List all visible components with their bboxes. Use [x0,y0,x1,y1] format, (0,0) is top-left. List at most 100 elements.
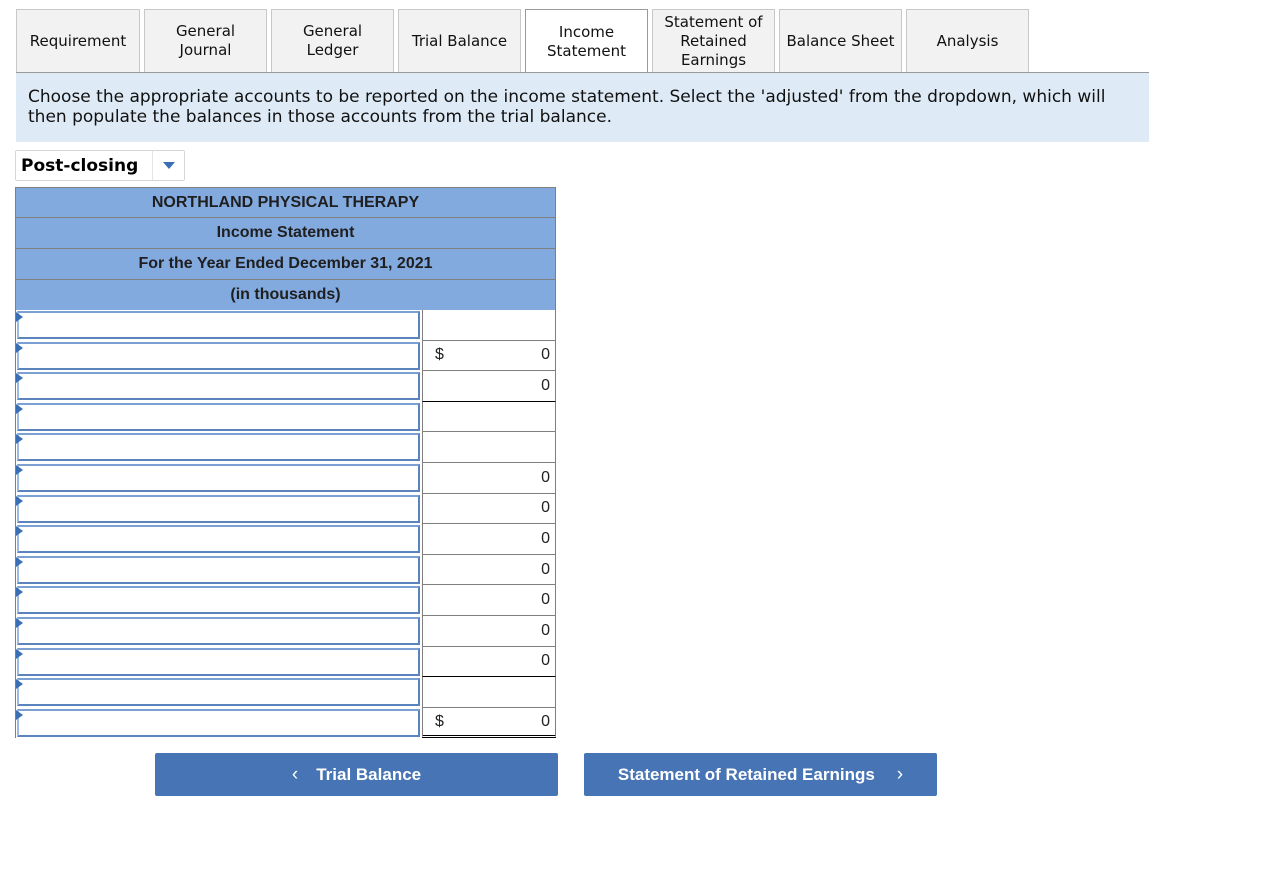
tab-balance-sheet[interactable]: Balance Sheet [779,9,902,72]
dropdown-marker-icon [16,617,23,628]
dropdown-marker-icon [16,587,23,598]
next-button-label: Statement of Retained Earnings [617,764,875,784]
account-cell [15,432,422,463]
amount-cell [422,401,556,433]
account-select[interactable] [17,433,420,462]
account-select[interactable] [17,372,420,401]
dropdown-marker-icon [16,434,23,445]
currency-symbol: $ [435,346,444,364]
dropdown-marker-icon [16,403,23,414]
statement-row: 0 [15,554,556,586]
amount-value: 0 [541,652,550,670]
dropdown-arrow-icon[interactable] [153,162,184,169]
dropdown-marker-icon [16,342,23,353]
account-select[interactable] [17,341,420,370]
amount-cell: $0 [422,340,556,372]
amount-value: 0 [541,529,550,547]
dropdown-marker-icon [16,679,23,690]
chevron-right-icon: › [896,763,904,785]
amount-value: 0 [541,712,550,730]
statement-rows: $0 0 0 0 0 0 0 0 0 $0 [15,310,556,739]
account-select[interactable] [17,647,420,676]
amount-cell: $0 [422,707,556,739]
account-select[interactable] [17,402,420,431]
account-cell [15,707,422,739]
account-select[interactable] [17,678,420,707]
account-select[interactable] [17,494,420,523]
amount-value: 0 [541,499,550,517]
tab-general-journal[interactable]: General Journal [144,9,267,72]
amount-cell: 0 [422,371,556,402]
account-cell [15,340,422,372]
statement-row: 0 [15,585,556,616]
currency-symbol: $ [435,712,444,730]
amount-value: 0 [541,376,550,394]
statement-row: $0 [15,340,556,372]
amount-cell [422,310,556,341]
dropdown-marker-icon [16,526,23,537]
account-select[interactable] [17,311,420,339]
dropdown-marker-icon [16,556,23,567]
statement-row [15,677,556,708]
dropdown-marker-icon [16,373,23,384]
account-select[interactable] [17,616,420,645]
tab-general-ledger[interactable]: General Ledger [271,9,394,72]
statement-row: 0 [15,371,556,402]
dropdown-marker-icon [16,709,23,720]
dropdown-marker-icon [16,312,23,322]
statement-row: 0 [15,524,556,555]
statement-title: Income Statement [15,217,556,248]
account-cell [15,462,422,494]
account-cell [15,646,422,678]
account-cell [15,310,422,341]
instructions-text: Choose the appropriate accounts to be re… [16,73,1149,142]
account-select[interactable] [17,708,420,737]
amount-cell: 0 [422,554,556,586]
amount-cell: 0 [422,493,556,525]
tab-income-statement[interactable]: Income Statement [525,9,648,73]
statement-row: 0 [15,462,556,494]
statement-row [15,432,556,463]
income-statement-table: NORTHLAND PHYSICAL THERAPY Income Statem… [15,187,556,739]
dropdown-marker-icon [16,648,23,659]
account-cell [15,493,422,525]
statement-units: (in thousands) [15,279,556,310]
account-cell [15,554,422,586]
chevron-left-icon: ‹ [291,763,299,785]
amount-cell: 0 [422,462,556,494]
amount-cell: 0 [422,524,556,555]
company-name: NORTHLAND PHYSICAL THERAPY [15,187,556,217]
next-statement-of-retained-earnings-button[interactable]: Statement of Retained Earnings › [584,753,937,796]
statement-row: 0 [15,646,556,678]
account-cell [15,524,422,555]
statement-row [15,310,556,341]
amount-cell [422,677,556,708]
account-cell [15,371,422,402]
account-cell [15,585,422,616]
amount-cell [422,432,556,463]
account-select[interactable] [17,525,420,554]
dropdown-marker-icon [16,495,23,506]
account-cell [15,677,422,708]
statement-period: For the Year Ended December 31, 2021 [15,248,556,279]
tab-statement-of-retained-earnings[interactable]: Statement of Retained Earnings [652,9,775,72]
amount-cell: 0 [422,646,556,678]
tab-bar: Requirement General Journal General Ledg… [16,9,1029,73]
account-cell [15,401,422,433]
tab-trial-balance[interactable]: Trial Balance [398,9,521,72]
account-select[interactable] [17,463,420,492]
balance-type-dropdown[interactable]: Post-closing [15,150,185,181]
previous-trial-balance-button[interactable]: ‹ Trial Balance [155,753,558,796]
statement-row: 0 [15,615,556,647]
tab-requirement[interactable]: Requirement [16,9,140,72]
amount-value: 0 [541,621,550,639]
account-select[interactable] [17,555,420,584]
account-select[interactable] [17,586,420,615]
statement-row: $0 [15,707,556,739]
amount-value: 0 [541,560,550,578]
statement-row [15,401,556,433]
amount-value: 0 [541,468,550,486]
tab-analysis[interactable]: Analysis [906,9,1029,72]
amount-cell: 0 [422,585,556,616]
dropdown-marker-icon [16,464,23,475]
